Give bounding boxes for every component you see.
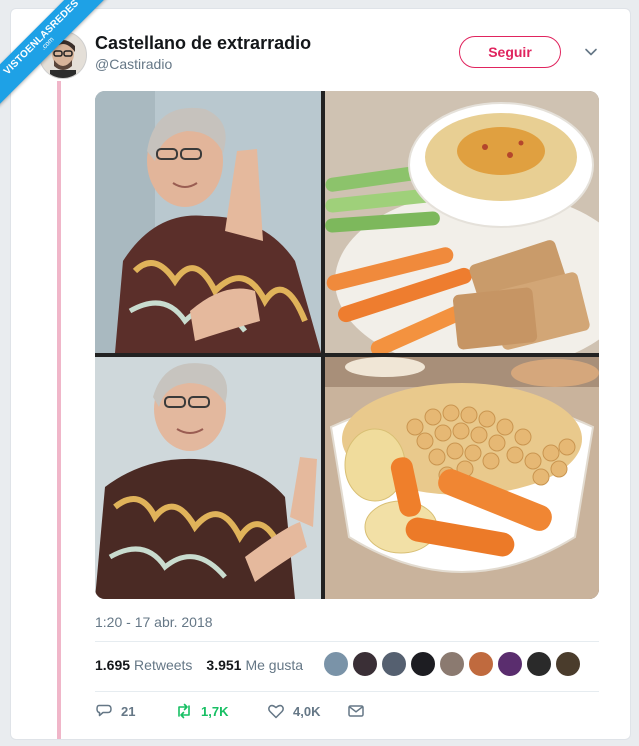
photo-chickpea-stew-illustration — [325, 357, 599, 599]
photo-woman-approving-illustration — [95, 357, 321, 599]
photo-hummus-illustration — [325, 91, 599, 353]
retweets-count[interactable]: 1.695 — [95, 657, 130, 673]
likes-count[interactable]: 3.951 — [206, 657, 241, 673]
thread-line — [57, 81, 61, 739]
liker-avatar[interactable] — [526, 651, 552, 677]
photo-woman-refusing-illustration — [95, 91, 321, 353]
engagement-stats: 1.695 Retweets 3.951 Me gusta — [95, 657, 303, 673]
divider-top — [95, 641, 599, 642]
liker-avatar[interactable] — [323, 651, 349, 677]
retweet-icon — [178, 703, 190, 719]
username[interactable]: @Castiradio — [95, 56, 172, 72]
likes-label[interactable]: Me gusta — [245, 657, 303, 673]
liker-avatar[interactable] — [468, 651, 494, 677]
chevron-down-icon[interactable] — [583, 44, 599, 60]
divider-bottom — [95, 691, 599, 692]
like-button[interactable]: 4,0K — [267, 702, 347, 720]
tweet-actions: 21 1,7K 4,0K — [95, 702, 365, 720]
retweet-count: 1,7K — [201, 703, 229, 719]
liker-avatar[interactable] — [497, 651, 523, 677]
media-grid[interactable] — [95, 91, 599, 599]
follow-button[interactable]: Seguir — [459, 36, 561, 68]
liker-avatar[interactable] — [352, 651, 378, 677]
liker-avatar[interactable] — [410, 651, 436, 677]
retweet-button[interactable]: 1,7K — [175, 702, 267, 720]
photo-hummus[interactable] — [325, 91, 599, 353]
photo-woman-approving[interactable] — [95, 357, 321, 599]
heart-icon — [268, 704, 284, 719]
reply-count: 21 — [121, 703, 136, 719]
reply-button[interactable]: 21 — [95, 702, 175, 720]
reply-icon — [96, 704, 112, 717]
photo-chickpea-stew[interactable] — [325, 357, 599, 599]
display-name[interactable]: Castellano de extrarradio — [95, 33, 311, 54]
tweet-timestamp[interactable]: 1:20 - 17 abr. 2018 — [95, 614, 213, 630]
liker-avatars — [323, 651, 581, 677]
liker-avatar[interactable] — [555, 651, 581, 677]
envelope-icon — [348, 705, 364, 717]
retweets-label[interactable]: Retweets — [134, 657, 192, 673]
direct-message-button[interactable] — [347, 702, 365, 720]
liker-avatar[interactable] — [381, 651, 407, 677]
liker-avatar[interactable] — [439, 651, 465, 677]
tweet-card: Castellano de extrarradio @Castiradio Se… — [10, 8, 631, 740]
photo-woman-refusing[interactable] — [95, 91, 321, 353]
like-count: 4,0K — [293, 703, 321, 719]
